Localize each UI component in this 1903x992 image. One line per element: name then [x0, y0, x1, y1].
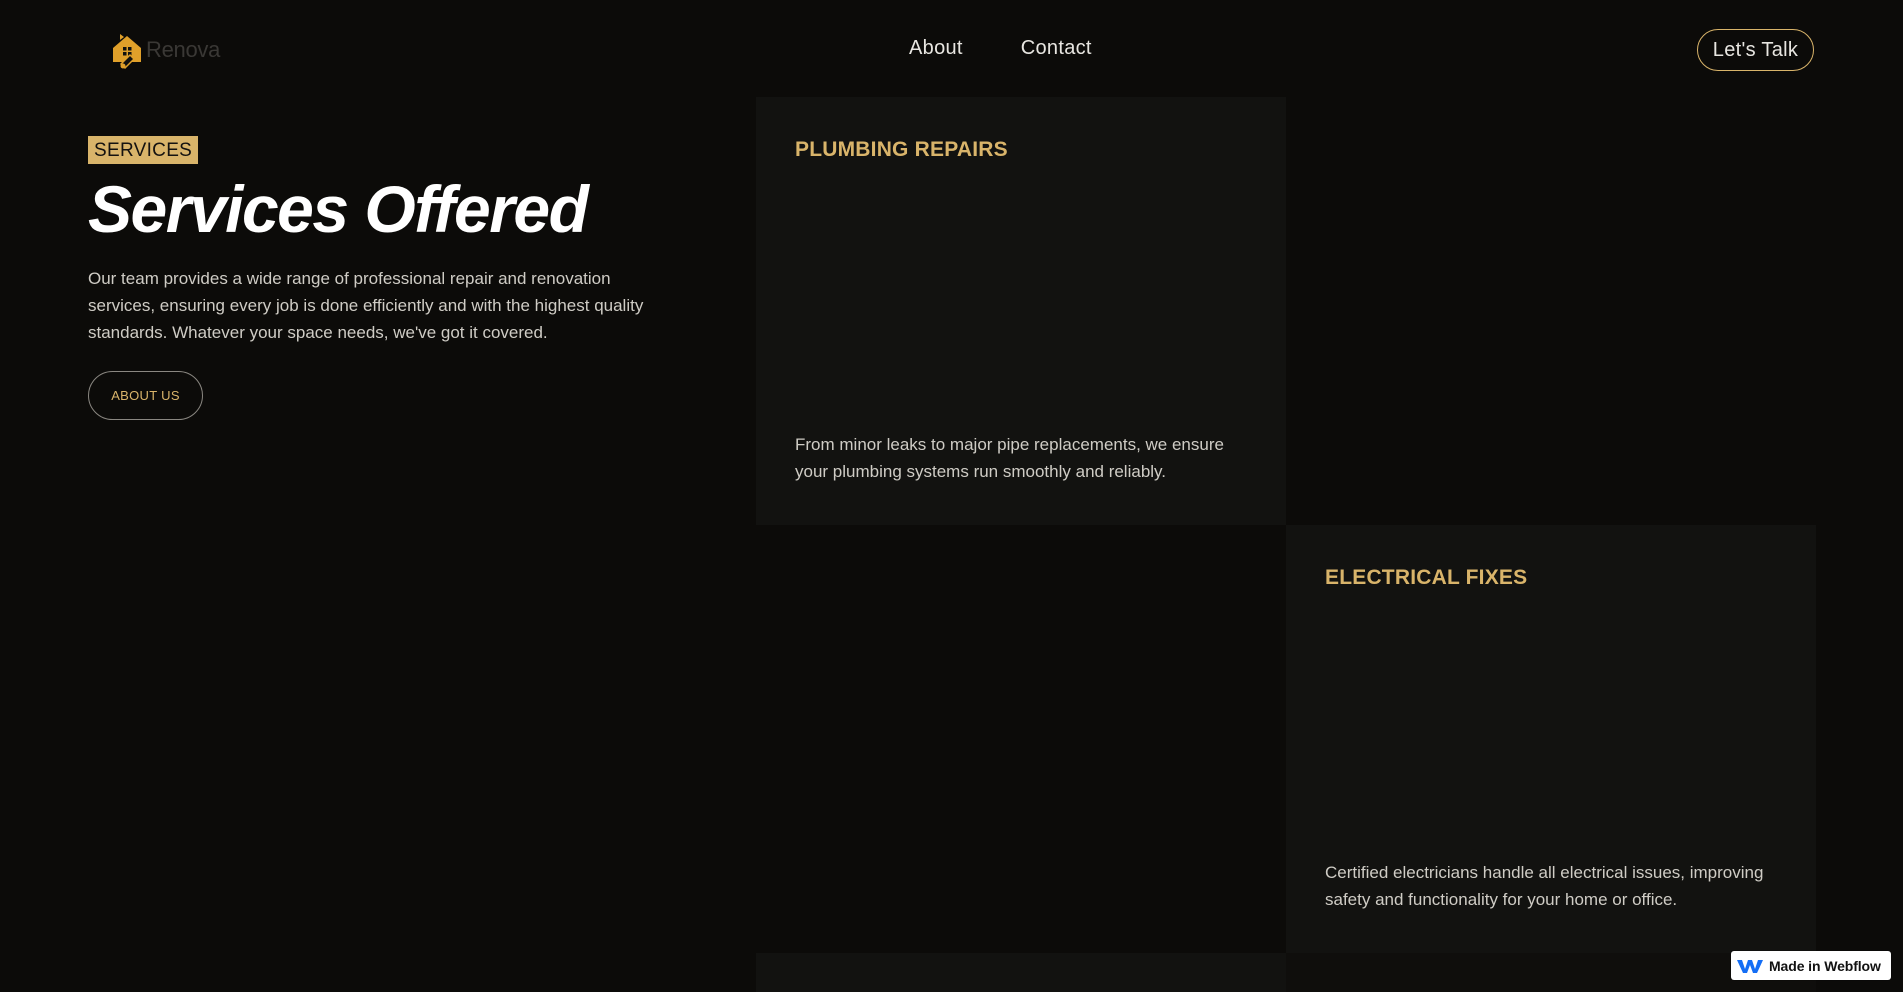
nav-link-about[interactable]: About: [909, 37, 963, 60]
section-badge: SERVICES: [88, 136, 199, 164]
service-card-electrical: ELECTRICAL FIXES Certified electricians …: [1286, 525, 1816, 953]
hero-description: Our team provides a wide range of profes…: [88, 269, 644, 342]
logo[interactable]: Renova: [110, 30, 220, 70]
logo-text: Renova: [146, 37, 221, 62]
nav-links: About Contact: [909, 37, 1092, 60]
service-title: PLUMBING REPAIRS: [795, 138, 1008, 161]
service-title: ELECTRICAL FIXES: [1325, 566, 1528, 589]
service-description: Certified electricians handle all electr…: [1325, 863, 1764, 909]
house-wrench-icon: [113, 34, 141, 70]
service-card-plumbing: PLUMBING REPAIRS From minor leaks to maj…: [756, 97, 1286, 525]
webflow-badge-text: Made in Webflow: [1769, 957, 1881, 974]
page-title: Services Offered: [88, 172, 589, 246]
navbar: Renova About Contact Let's Talk: [0, 0, 1903, 97]
webflow-logo-icon: [1737, 959, 1763, 973]
service-card-partial: [756, 953, 1286, 992]
made-in-webflow-badge[interactable]: Made in Webflow: [1731, 951, 1891, 980]
service-description: From minor leaks to major pipe replaceme…: [795, 435, 1224, 481]
nav-link-contact[interactable]: Contact: [1021, 37, 1092, 60]
about-us-button[interactable]: ABOUT US: [88, 371, 203, 420]
lets-talk-button[interactable]: Let's Talk: [1697, 29, 1814, 71]
